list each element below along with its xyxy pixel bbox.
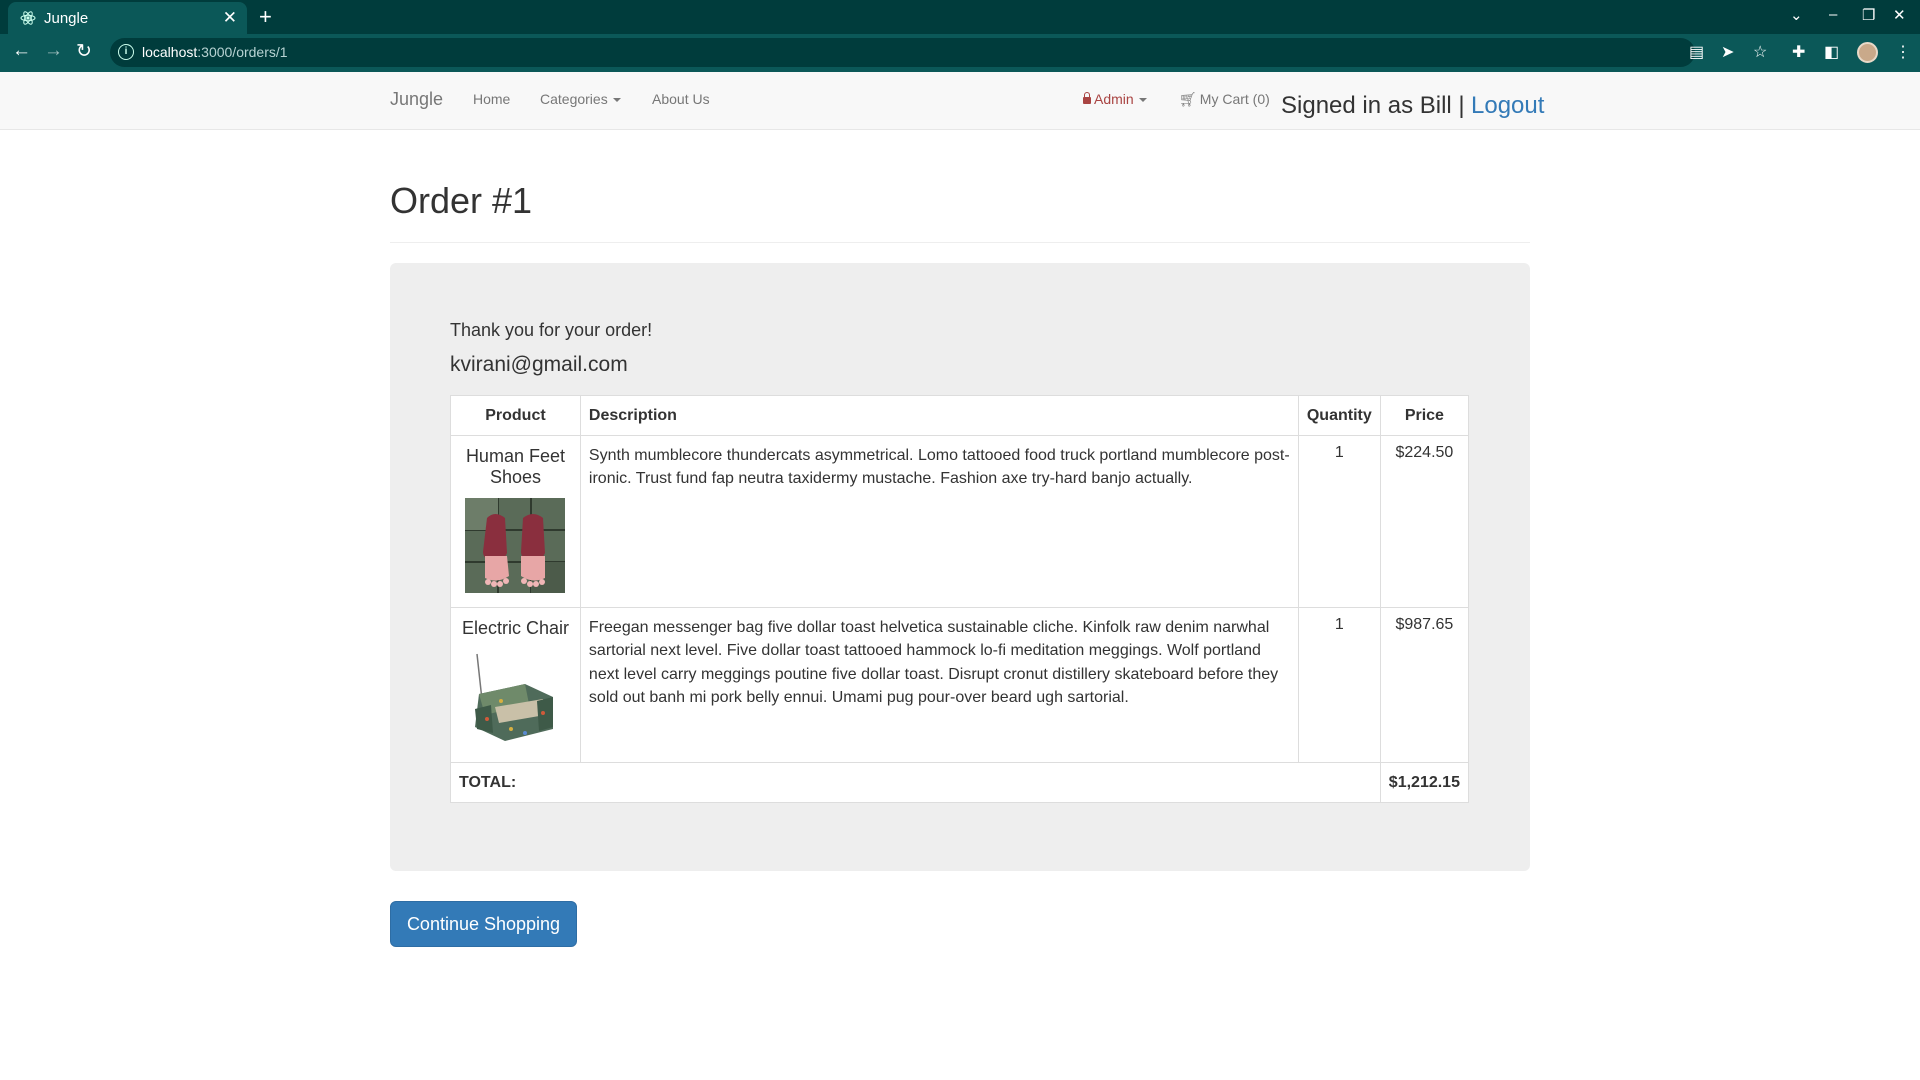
tab-title: Jungle <box>44 10 89 27</box>
nav-home[interactable]: Home <box>473 91 510 107</box>
price-cell: $224.50 <box>1379 435 1470 609</box>
minimize-icon[interactable]: – <box>1829 6 1837 23</box>
nav-cart-label: My Cart (0) <box>1199 91 1270 107</box>
description-cell: Synth mumblecore thundercats asymmetrica… <box>579 435 1299 609</box>
product-name: Human Feet Shoes <box>465 446 565 487</box>
title-divider <box>390 242 1530 243</box>
signed-in-text: Signed in as Bill | <box>1281 92 1465 119</box>
side-panel-icon[interactable]: ◧ <box>1824 42 1839 62</box>
close-window-icon[interactable]: ✕ <box>1893 6 1906 24</box>
nav-categories-dropdown[interactable]: Categories <box>540 91 621 107</box>
header-product: Product <box>450 394 581 437</box>
order-email: kvirani@gmail.com <box>450 353 628 376</box>
logout-link[interactable]: Logout <box>1471 92 1544 120</box>
product-image-chair <box>465 648 566 744</box>
product-image-shoes <box>465 497 566 593</box>
brand-link[interactable]: Jungle <box>390 89 443 110</box>
quantity-cell: 1 <box>1297 607 1381 764</box>
tab-search-icon[interactable]: ⌄ <box>1790 6 1803 24</box>
header-quantity: Quantity <box>1297 394 1381 437</box>
total-value: $1,212.15 <box>1379 762 1470 804</box>
header-description: Description <box>579 394 1299 437</box>
browser-tabbar: Jungle ✕ + ⌄ – ❐ ✕ <box>0 0 1920 34</box>
address-bar[interactable]: i localhost:3000/orders/1 <box>110 38 1695 67</box>
restore-icon[interactable]: ❐ <box>1862 6 1875 24</box>
browser-tab[interactable]: Jungle ✕ <box>8 2 247 34</box>
quantity-cell: 1 <box>1297 435 1381 609</box>
address-url: localhost:3000/orders/1 <box>142 44 288 60</box>
cart-icon: 🛒︎ <box>1179 91 1197 107</box>
bookmark-star-icon[interactable]: ☆ <box>1753 42 1767 62</box>
back-icon[interactable]: ← <box>12 40 31 62</box>
price-cell: $987.65 <box>1379 607 1470 764</box>
page-title: Order #1 <box>390 180 533 221</box>
order-items-table: Product Description Quantity Price Human… <box>450 394 1470 804</box>
caret-down-icon <box>1138 98 1147 103</box>
new-tab-icon[interactable]: + <box>259 4 272 30</box>
nav-categories-label: Categories <box>540 91 608 107</box>
profile-avatar[interactable] <box>1857 42 1878 63</box>
lock-icon <box>1083 92 1091 104</box>
table-header-row: Product Description Quantity Price <box>450 394 1470 437</box>
thank-you-text: Thank you for your order! <box>450 320 653 340</box>
extensions-icon[interactable]: ✚ <box>1792 42 1805 62</box>
continue-shopping-button[interactable]: Continue Shopping <box>390 901 577 947</box>
nav-cart[interactable]: 🛒︎ My Cart (0) <box>1179 91 1270 108</box>
table-row: Electric Chair Freegan messenger bag fiv… <box>450 607 1470 764</box>
product-cell: Electric Chair <box>450 607 581 764</box>
caret-down-icon <box>612 98 621 103</box>
nav-admin-label: Admin <box>1094 91 1134 107</box>
forward-icon[interactable]: → <box>44 40 63 62</box>
send-icon[interactable]: ➤ <box>1721 42 1734 62</box>
browser-toolbar: ← → ↻ i localhost:3000/orders/1 ▤ ➤ ☆ ✚ … <box>0 34 1920 72</box>
nav-admin-dropdown[interactable]: Admin <box>1083 91 1147 107</box>
site-info-icon[interactable]: i <box>118 44 134 60</box>
header-price: Price <box>1379 394 1470 437</box>
total-label: TOTAL: <box>450 762 1381 804</box>
react-favicon-icon <box>20 11 36 25</box>
menu-kebab-icon[interactable]: ⋮ <box>1895 42 1911 62</box>
description-cell: Freegan messenger bag five dollar toast … <box>579 607 1299 764</box>
product-name: Electric Chair <box>461 618 569 639</box>
table-row: Human Feet Shoes Synth mumblecore thunde… <box>450 435 1470 609</box>
product-cell: Human Feet Shoes <box>450 435 581 609</box>
site-navbar: Jungle Home Categories About Us Admin 🛒︎… <box>0 72 1920 130</box>
order-summary-panel: Thank you for your order! kvirani@gmail.… <box>390 263 1530 871</box>
reload-icon[interactable]: ↻ <box>76 40 92 63</box>
total-row: TOTAL: $1,212.15 <box>450 762 1470 804</box>
reader-mode-icon[interactable]: ▤ <box>1689 42 1704 62</box>
nav-about[interactable]: About Us <box>652 91 710 107</box>
tab-close-icon[interactable]: ✕ <box>223 8 237 28</box>
